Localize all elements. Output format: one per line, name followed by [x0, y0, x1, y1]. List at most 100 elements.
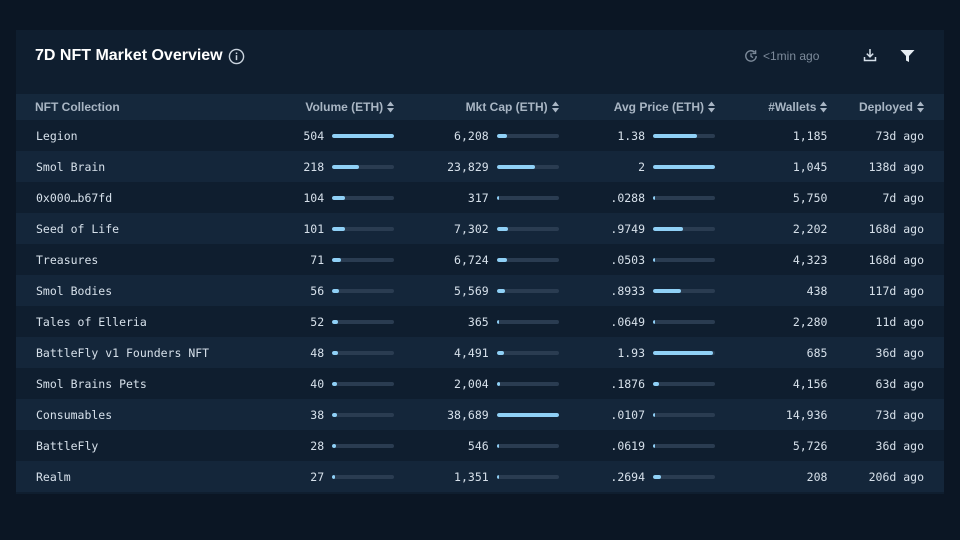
- avg-price-bar-fill: [653, 319, 655, 324]
- avg-price-bar-fill: [653, 133, 698, 138]
- mktcap-bar-track: [496, 474, 559, 479]
- avg-price-bar-fill: [653, 474, 662, 479]
- table-row[interactable]: Consumables 38 38,689 .0107 14,936 73d ago: [16, 399, 944, 430]
- column-label: #Wallets: [768, 100, 817, 114]
- avg-price-bar-track: [653, 381, 716, 386]
- avg-price-value: .0503: [610, 252, 646, 267]
- avg-price-bar-group: .9749: [559, 222, 716, 236]
- avg-price-cell: 1.93: [559, 337, 716, 368]
- avg-price-bar-track: [653, 133, 716, 138]
- sort-icon[interactable]: [917, 101, 924, 113]
- table-row[interactable]: BattleFly v1 Founders NFT 48 4,491 1.93 685 3…: [16, 337, 944, 368]
- volume-bar-track: [332, 474, 395, 479]
- collection-name: BattleFly: [36, 438, 99, 453]
- avg-price-bar-group: .0619: [559, 439, 716, 453]
- collection-name: 0x000…b67fd: [36, 190, 113, 205]
- column-header-wallets[interactable]: #Wallets: [715, 94, 828, 120]
- volume-bar-fill: [332, 133, 395, 138]
- column-header-mktcap[interactable]: Mkt Cap (ETH): [394, 94, 559, 120]
- table-row[interactable]: Smol Bodies 56 5,569 .8933 438 117d ago: [16, 275, 944, 306]
- sort-icon[interactable]: [708, 101, 716, 113]
- volume-bar-group: 48: [284, 346, 395, 360]
- mktcap-bar-group: 38,689: [394, 408, 559, 422]
- table-row[interactable]: Smol Brains Pets 40 2,004 .1876 4,156 63d ago: [16, 368, 944, 399]
- volume-bar-group: 28: [284, 439, 395, 453]
- deployed-value: 117d ago: [868, 283, 924, 298]
- column-header-collection[interactable]: NFT Collection: [16, 94, 284, 120]
- table-row[interactable]: Smol Brain 218 23,829 2 1,045 138d ago: [16, 151, 944, 182]
- info-icon[interactable]: [228, 48, 245, 65]
- volume-bar-group: 56: [284, 284, 395, 298]
- avg-price-bar-fill: [653, 350, 714, 355]
- panel-header: 7D NFT Market Overview <1min ago: [16, 30, 944, 94]
- deployed-value: 138d ago: [868, 159, 924, 174]
- wallets-value: 5,750: [792, 190, 828, 205]
- volume-bar-fill: [332, 319, 339, 324]
- avg-price-bar-track: [653, 443, 716, 448]
- column-header-avg-price[interactable]: Avg Price (ETH): [559, 94, 716, 120]
- volume-bar-fill: [332, 443, 336, 448]
- avg-price-cell: .0649: [559, 306, 716, 337]
- mktcap-value: 546: [467, 438, 489, 453]
- volume-value: 52: [310, 314, 325, 329]
- avg-price-bar-group: .0288: [559, 191, 716, 205]
- mktcap-value: 38,689: [447, 407, 489, 422]
- avg-price-bar-track: [653, 350, 716, 355]
- mktcap-cell: 23,829: [394, 151, 559, 182]
- deployed-value: 36d ago: [875, 345, 924, 360]
- table-row[interactable]: Tales of Elleria 52 365 .0649 2,280 11d ago: [16, 306, 944, 337]
- volume-cell: 218: [284, 151, 395, 182]
- volume-cell: 104: [284, 182, 395, 213]
- deployed-value: 63d ago: [875, 376, 924, 391]
- table-row[interactable]: BattleFly 28 546 .0619 5,726 36d ago: [16, 430, 944, 461]
- volume-value: 504: [303, 128, 325, 143]
- column-header-volume[interactable]: Volume (ETH): [284, 94, 395, 120]
- wallets-value: 1,045: [792, 159, 828, 174]
- mktcap-bar-fill: [496, 350, 505, 355]
- mktcap-bar-track: [496, 226, 559, 231]
- volume-bar-fill: [332, 350, 339, 355]
- table-row[interactable]: Realm 27 1,351 .2694 208 206d ago: [16, 461, 944, 492]
- table-row[interactable]: Seed of Life 101 7,302 .9749 2,202 168d ago: [16, 213, 944, 244]
- column-header-deployed[interactable]: Deployed: [827, 94, 944, 120]
- column-label: NFT Collection: [35, 100, 120, 114]
- table-row[interactable]: 0x000…b67fd 104 317 .0288 5,750 7d ago: [16, 182, 944, 213]
- mktcap-bar-track: [496, 288, 559, 293]
- filter-button[interactable]: [896, 46, 918, 66]
- table-header-row: NFT Collection Volume (ETH) Mkt Cap (ETH…: [16, 94, 944, 120]
- mktcap-bar-fill: [496, 288, 506, 293]
- volume-bar-track: [332, 319, 395, 324]
- avg-price-bar-track: [653, 164, 716, 169]
- avg-price-cell: .0288: [559, 182, 716, 213]
- volume-bar-track: [332, 133, 395, 138]
- volume-bar-group: 71: [284, 253, 395, 267]
- volume-bar-fill: [332, 195, 346, 200]
- deployed-value: 7d ago: [882, 190, 924, 205]
- column-label: Avg Price (ETH): [613, 100, 705, 114]
- collection-name: Smol Bodies: [36, 283, 113, 298]
- sort-icon[interactable]: [820, 101, 828, 113]
- volume-cell: 48: [284, 337, 395, 368]
- sort-icon[interactable]: [387, 101, 395, 113]
- download-button[interactable]: [860, 45, 880, 65]
- mktcap-bar-fill: [496, 474, 499, 479]
- table-row[interactable]: Treasures 71 6,724 .0503 4,323 168d ago: [16, 244, 944, 275]
- volume-cell: 28: [284, 430, 395, 461]
- mktcap-bar-fill: [496, 443, 499, 448]
- volume-bar-track: [332, 443, 395, 448]
- volume-cell: 40: [284, 368, 395, 399]
- volume-value: 104: [303, 190, 325, 205]
- mktcap-bar-group: 7,302: [394, 222, 559, 236]
- table-body: Legion 504 6,208 1.38 1,185 73d ago Smol Brain…: [16, 120, 944, 492]
- column-label: Deployed: [858, 100, 913, 114]
- avg-price-bar-group: 1.38: [559, 129, 716, 143]
- table-row[interactable]: Legion 504 6,208 1.38 1,185 73d ago: [16, 120, 944, 151]
- volume-cell: 504: [284, 120, 395, 151]
- mktcap-cell: 4,491: [394, 337, 559, 368]
- mktcap-bar-fill: [496, 257, 508, 262]
- mktcap-bar-group: 6,208: [394, 129, 559, 143]
- volume-cell: 52: [284, 306, 395, 337]
- mktcap-bar-track: [496, 350, 559, 355]
- wallets-value: 2,280: [792, 314, 828, 329]
- sort-icon[interactable]: [551, 101, 559, 113]
